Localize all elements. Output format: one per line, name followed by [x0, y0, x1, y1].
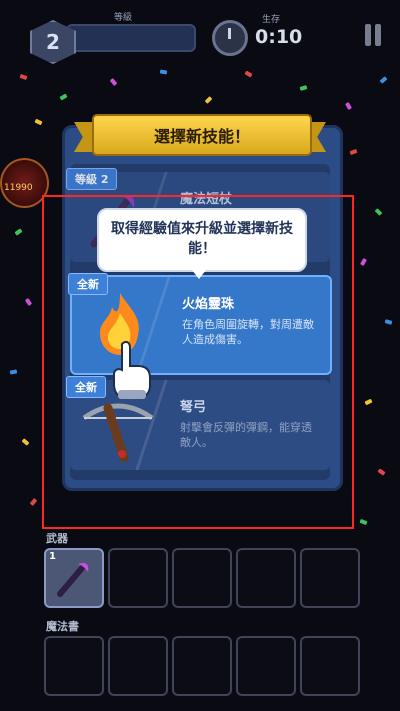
confetti-piece [374, 208, 383, 216]
highlight-frame [42, 195, 354, 529]
modal-title: 選擇新技能！ [92, 114, 312, 156]
confetti-piece [19, 73, 28, 81]
timer-label: 生存 [262, 15, 281, 25]
confetti-piece [204, 96, 213, 104]
confetti-piece [109, 78, 118, 86]
confetti-piece [244, 70, 253, 78]
xp-bar [66, 24, 196, 52]
confetti-piece [159, 69, 168, 75]
weapons-label: 武器 [46, 532, 68, 545]
weapon-slot-3[interactable] [172, 548, 232, 608]
pause-button[interactable] [362, 24, 384, 46]
xp-label: 等級 [114, 13, 133, 23]
confetti-piece [360, 257, 367, 267]
confetti-piece [349, 148, 358, 156]
confetti-piece [364, 398, 373, 406]
confetti-piece [359, 518, 368, 526]
weapon-slot-1[interactable]: 1 [44, 548, 104, 608]
confetti-piece [345, 101, 352, 111]
weapon-slot-5[interactable] [300, 548, 360, 608]
spellbook-slot-5[interactable] [300, 636, 360, 696]
spellbook-slot-4[interactable] [236, 636, 296, 696]
confetti-piece [379, 76, 388, 84]
spellbook-slot-2[interactable] [108, 636, 168, 696]
spellbook-label: 魔法書 [46, 620, 79, 633]
stopwatch-icon [212, 20, 248, 56]
confetti-piece [34, 118, 43, 126]
rank-emblem-text: 11990 [4, 183, 33, 193]
magic-wand-icon [57, 563, 89, 597]
timer-value: 0:10 [255, 26, 303, 48]
spellbook-slot-1[interactable] [44, 636, 104, 696]
confetti-piece [299, 85, 308, 91]
confetti-piece [21, 438, 30, 446]
confetti-piece [9, 369, 18, 375]
weapon-slot-4[interactable] [236, 548, 296, 608]
confetti-piece [377, 468, 386, 476]
confetti-piece [29, 498, 38, 506]
confetti-piece [24, 297, 33, 307]
weapon-slot-2[interactable] [108, 548, 168, 608]
spellbook-slot-3[interactable] [172, 636, 232, 696]
confetti-piece [384, 319, 393, 325]
confetti-piece [14, 228, 23, 236]
confetti-piece [59, 93, 68, 101]
